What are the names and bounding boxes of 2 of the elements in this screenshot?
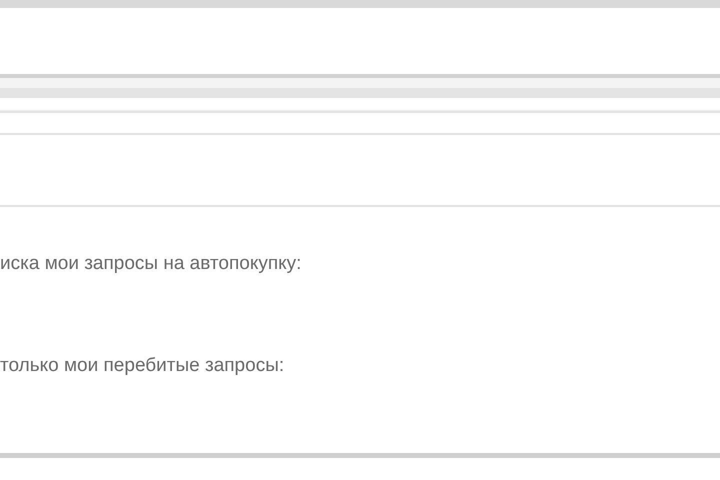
option-label: иска мои запросы на автопокупку: [0,253,302,275]
option-label: только мои перебитые запросы: [0,355,284,377]
